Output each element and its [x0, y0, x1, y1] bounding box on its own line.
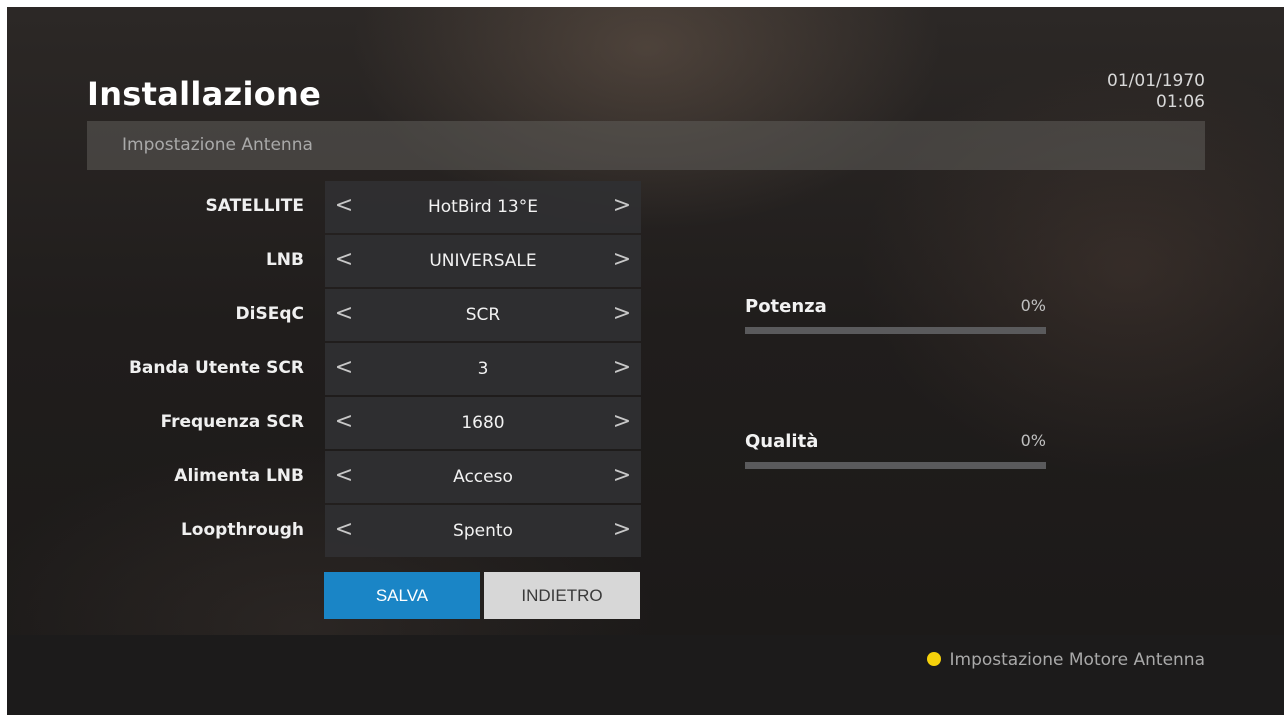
setting-selector[interactable]: < SCR >	[325, 289, 641, 341]
setting-label: DiSEqC	[235, 304, 304, 324]
setting-value: UNIVERSALE	[429, 251, 537, 271]
chevron-right-icon[interactable]: >	[609, 191, 635, 221]
setting-label: Banda Utente SCR	[128, 358, 304, 378]
section-header-bar: Impostazione Antenna	[87, 121, 1205, 170]
setting-label: Loopthrough	[180, 520, 304, 540]
setting-value: 3	[477, 359, 489, 379]
setting-value: Spento	[453, 521, 513, 541]
chevron-left-icon[interactable]: <	[331, 299, 357, 329]
date-text: 01/01/1970	[1107, 71, 1205, 91]
setting-row[interactable]: DiSEqC < SCR >	[7, 289, 647, 341]
setting-selector[interactable]: <3 >	[325, 343, 641, 395]
footer-bar: Impostazione Motore Antenna	[7, 635, 1284, 715]
quality-value: 0%	[1020, 431, 1046, 450]
setting-selector[interactable]: <1680 >	[325, 397, 641, 449]
chevron-left-icon[interactable]: <	[331, 245, 357, 275]
chevron-left-icon[interactable]: <	[331, 353, 357, 383]
setting-row[interactable]: SATELLITE < HotBird 13°E >	[7, 181, 647, 233]
page-title: Installazione	[87, 75, 322, 113]
chevron-left-icon[interactable]: <	[331, 461, 357, 491]
setting-value: SCR	[465, 305, 501, 325]
chevron-right-icon[interactable]: >	[609, 515, 635, 545]
setting-row[interactable]: Alimenta LNB < Acceso >	[7, 451, 647, 503]
setting-label: SATELLITE	[205, 196, 305, 216]
setting-row[interactable]: Loopthrough < Spento >	[7, 505, 647, 557]
setting-selector[interactable]: < HotBird 13°E >	[325, 181, 641, 233]
footer-hint-label: Impostazione Motore Antenna	[949, 650, 1206, 670]
setting-row[interactable]: Banda Utente SCR <3 >	[7, 343, 647, 395]
back-button[interactable]: INDIETRO	[484, 572, 640, 619]
footer-hint[interactable]: Impostazione Motore Antenna	[926, 650, 1206, 670]
setting-value: 1680	[461, 413, 505, 433]
datetime: 01/01/1970 01:06	[1107, 71, 1205, 113]
save-button[interactable]: SALVA	[324, 572, 480, 619]
chevron-right-icon[interactable]: >	[609, 353, 635, 383]
setting-label: Frequenza SCR	[160, 412, 304, 432]
setting-label: LNB	[265, 250, 304, 270]
chevron-right-icon[interactable]: >	[609, 245, 635, 275]
tv-screen: Installazione 01/01/1970 01:06 Impostazi…	[7, 7, 1284, 715]
setting-row[interactable]: LNB < UNIVERSALE >	[7, 235, 647, 287]
power-label: Potenza	[745, 296, 827, 317]
setting-selector[interactable]: < Spento >	[325, 505, 641, 557]
power-value: 0%	[1020, 296, 1046, 315]
setting-row[interactable]: Frequenza SCR <1680 >	[7, 397, 647, 449]
chevron-left-icon[interactable]: <	[331, 515, 357, 545]
chevron-left-icon[interactable]: <	[331, 407, 357, 437]
chevron-right-icon[interactable]: >	[609, 407, 635, 437]
power-track	[745, 327, 1046, 334]
quality-label: Qualità	[745, 431, 819, 452]
time-text: 01:06	[1156, 92, 1205, 112]
setting-value: HotBird 13°E	[428, 197, 538, 217]
chevron-right-icon[interactable]: >	[609, 299, 635, 329]
section-title: Impostazione Antenna	[122, 135, 313, 155]
quality-track	[745, 462, 1046, 469]
setting-selector[interactable]: < UNIVERSALE >	[325, 235, 641, 287]
setting-value: Acceso	[453, 467, 513, 487]
setting-selector[interactable]: < Acceso >	[325, 451, 641, 503]
chevron-left-icon[interactable]: <	[331, 191, 357, 221]
chevron-right-icon[interactable]: >	[609, 461, 635, 491]
setting-label: Alimenta LNB	[174, 466, 304, 486]
yellow-button-icon	[926, 652, 941, 666]
